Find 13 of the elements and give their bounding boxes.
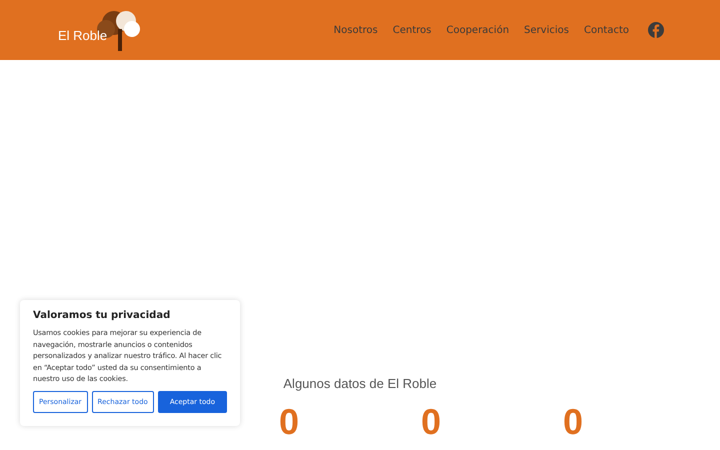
nav-link[interactable]: Servicios xyxy=(524,24,569,36)
cookie-title: Valoramos tu privacidad xyxy=(33,310,172,321)
facebook-icon[interactable] xyxy=(648,22,664,38)
nav-link[interactable]: Contacto xyxy=(584,24,629,36)
nav-link[interactable]: Nosotros xyxy=(334,24,378,36)
section-title: Algunos datos de El Roble xyxy=(283,376,437,391)
stat-number: 0 xyxy=(420,401,442,442)
stat-number: 0 xyxy=(278,401,300,442)
logo[interactable]: El Roble xyxy=(58,5,138,55)
nav-link[interactable]: Cooperación xyxy=(446,24,510,36)
nav-link[interactable]: Centros xyxy=(392,24,432,36)
logo-text: El Roble xyxy=(58,28,108,43)
stat-number: 0 xyxy=(562,401,584,442)
